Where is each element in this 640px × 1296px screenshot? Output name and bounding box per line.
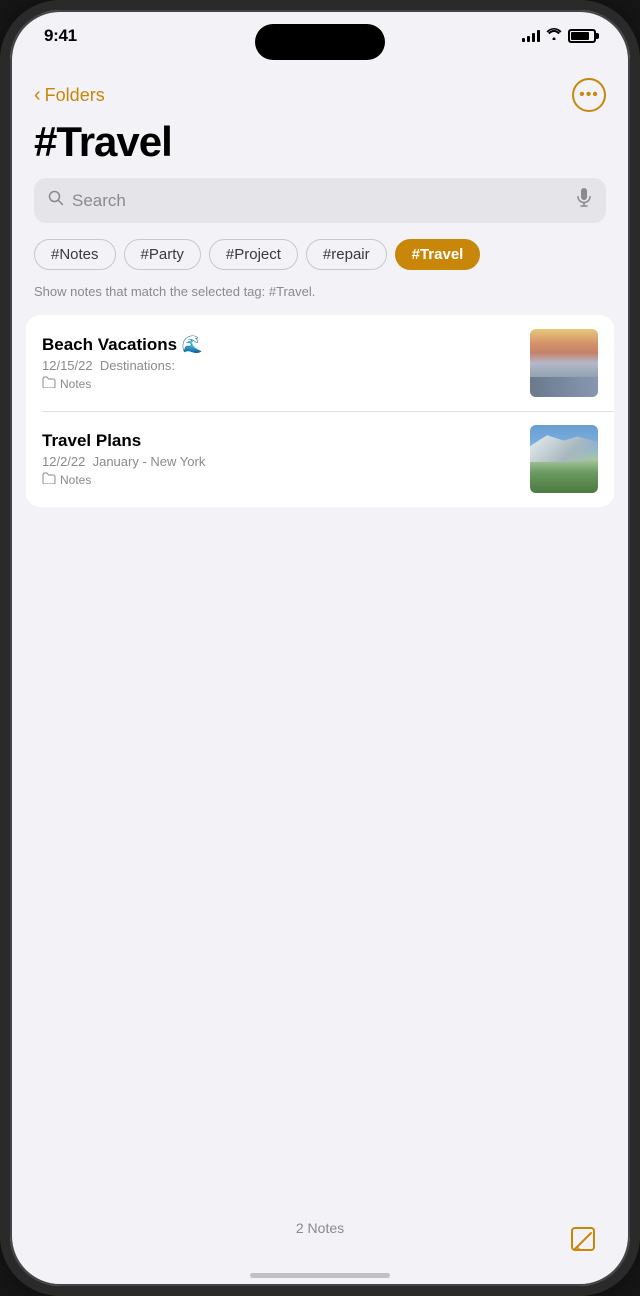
home-indicator bbox=[250, 1273, 390, 1278]
folder-label-beach: Notes bbox=[60, 377, 91, 391]
note-date-beach: 12/15/22 Destinations: bbox=[42, 358, 518, 373]
search-icon bbox=[48, 190, 64, 211]
note-folder-beach: Notes bbox=[42, 376, 518, 391]
tag-pill-project[interactable]: #Project bbox=[209, 239, 298, 270]
status-time: 9:41 bbox=[44, 26, 77, 46]
back-button[interactable]: ‹ Folders bbox=[34, 84, 105, 107]
dynamic-island bbox=[255, 24, 385, 60]
more-icon: ••• bbox=[579, 87, 599, 103]
content-area: ‹ Folders ••• #Travel Search bbox=[10, 70, 630, 1286]
compose-button[interactable] bbox=[566, 1222, 602, 1258]
wifi-icon bbox=[546, 28, 562, 43]
notes-list: Beach Vacations 🌊 12/15/22 Destinations:… bbox=[26, 315, 614, 507]
page-title: #Travel bbox=[10, 116, 630, 178]
back-label: Folders bbox=[45, 85, 105, 106]
note-thumbnail-beach bbox=[530, 329, 598, 397]
tag-pill-party[interactable]: #Party bbox=[124, 239, 201, 270]
mic-icon[interactable] bbox=[576, 188, 592, 213]
search-placeholder: Search bbox=[72, 191, 568, 211]
note-item-travel-plans[interactable]: Travel Plans 12/2/22 January - New York … bbox=[26, 411, 614, 507]
note-date-travel: 12/2/22 January - New York bbox=[42, 454, 518, 469]
tag-hint: Show notes that match the selected tag: … bbox=[10, 284, 630, 311]
note-title-travel: Travel Plans bbox=[42, 431, 518, 451]
folder-icon bbox=[42, 376, 56, 391]
battery-icon bbox=[568, 29, 596, 43]
nav-bar: ‹ Folders ••• bbox=[10, 70, 630, 116]
tag-pill-notes[interactable]: #Notes bbox=[34, 239, 116, 270]
note-item-beach-vacations[interactable]: Beach Vacations 🌊 12/15/22 Destinations:… bbox=[26, 315, 614, 411]
back-chevron-icon: ‹ bbox=[34, 84, 41, 107]
folder-label-travel: Notes bbox=[60, 473, 91, 487]
note-thumbnail-travel bbox=[530, 425, 598, 493]
note-text-beach: Beach Vacations 🌊 12/15/22 Destinations:… bbox=[42, 335, 518, 391]
note-folder-travel: Notes bbox=[42, 472, 518, 487]
tag-filter-bar: #Notes #Party #Project #repair #Travel bbox=[10, 235, 630, 284]
folder-icon-2 bbox=[42, 472, 56, 487]
tag-pill-travel[interactable]: #Travel bbox=[395, 239, 481, 270]
note-text-travel: Travel Plans 12/2/22 January - New York … bbox=[42, 431, 518, 487]
status-icons bbox=[522, 28, 596, 43]
compose-icon bbox=[569, 1225, 599, 1255]
note-title-beach: Beach Vacations 🌊 bbox=[42, 335, 518, 355]
phone-frame: 9:41 ‹ F bbox=[0, 0, 640, 1296]
signal-icon bbox=[522, 30, 540, 42]
notes-count: 2 Notes bbox=[296, 1220, 344, 1236]
tag-pill-repair[interactable]: #repair bbox=[306, 239, 387, 270]
search-bar[interactable]: Search bbox=[34, 178, 606, 223]
more-button[interactable]: ••• bbox=[572, 78, 606, 112]
